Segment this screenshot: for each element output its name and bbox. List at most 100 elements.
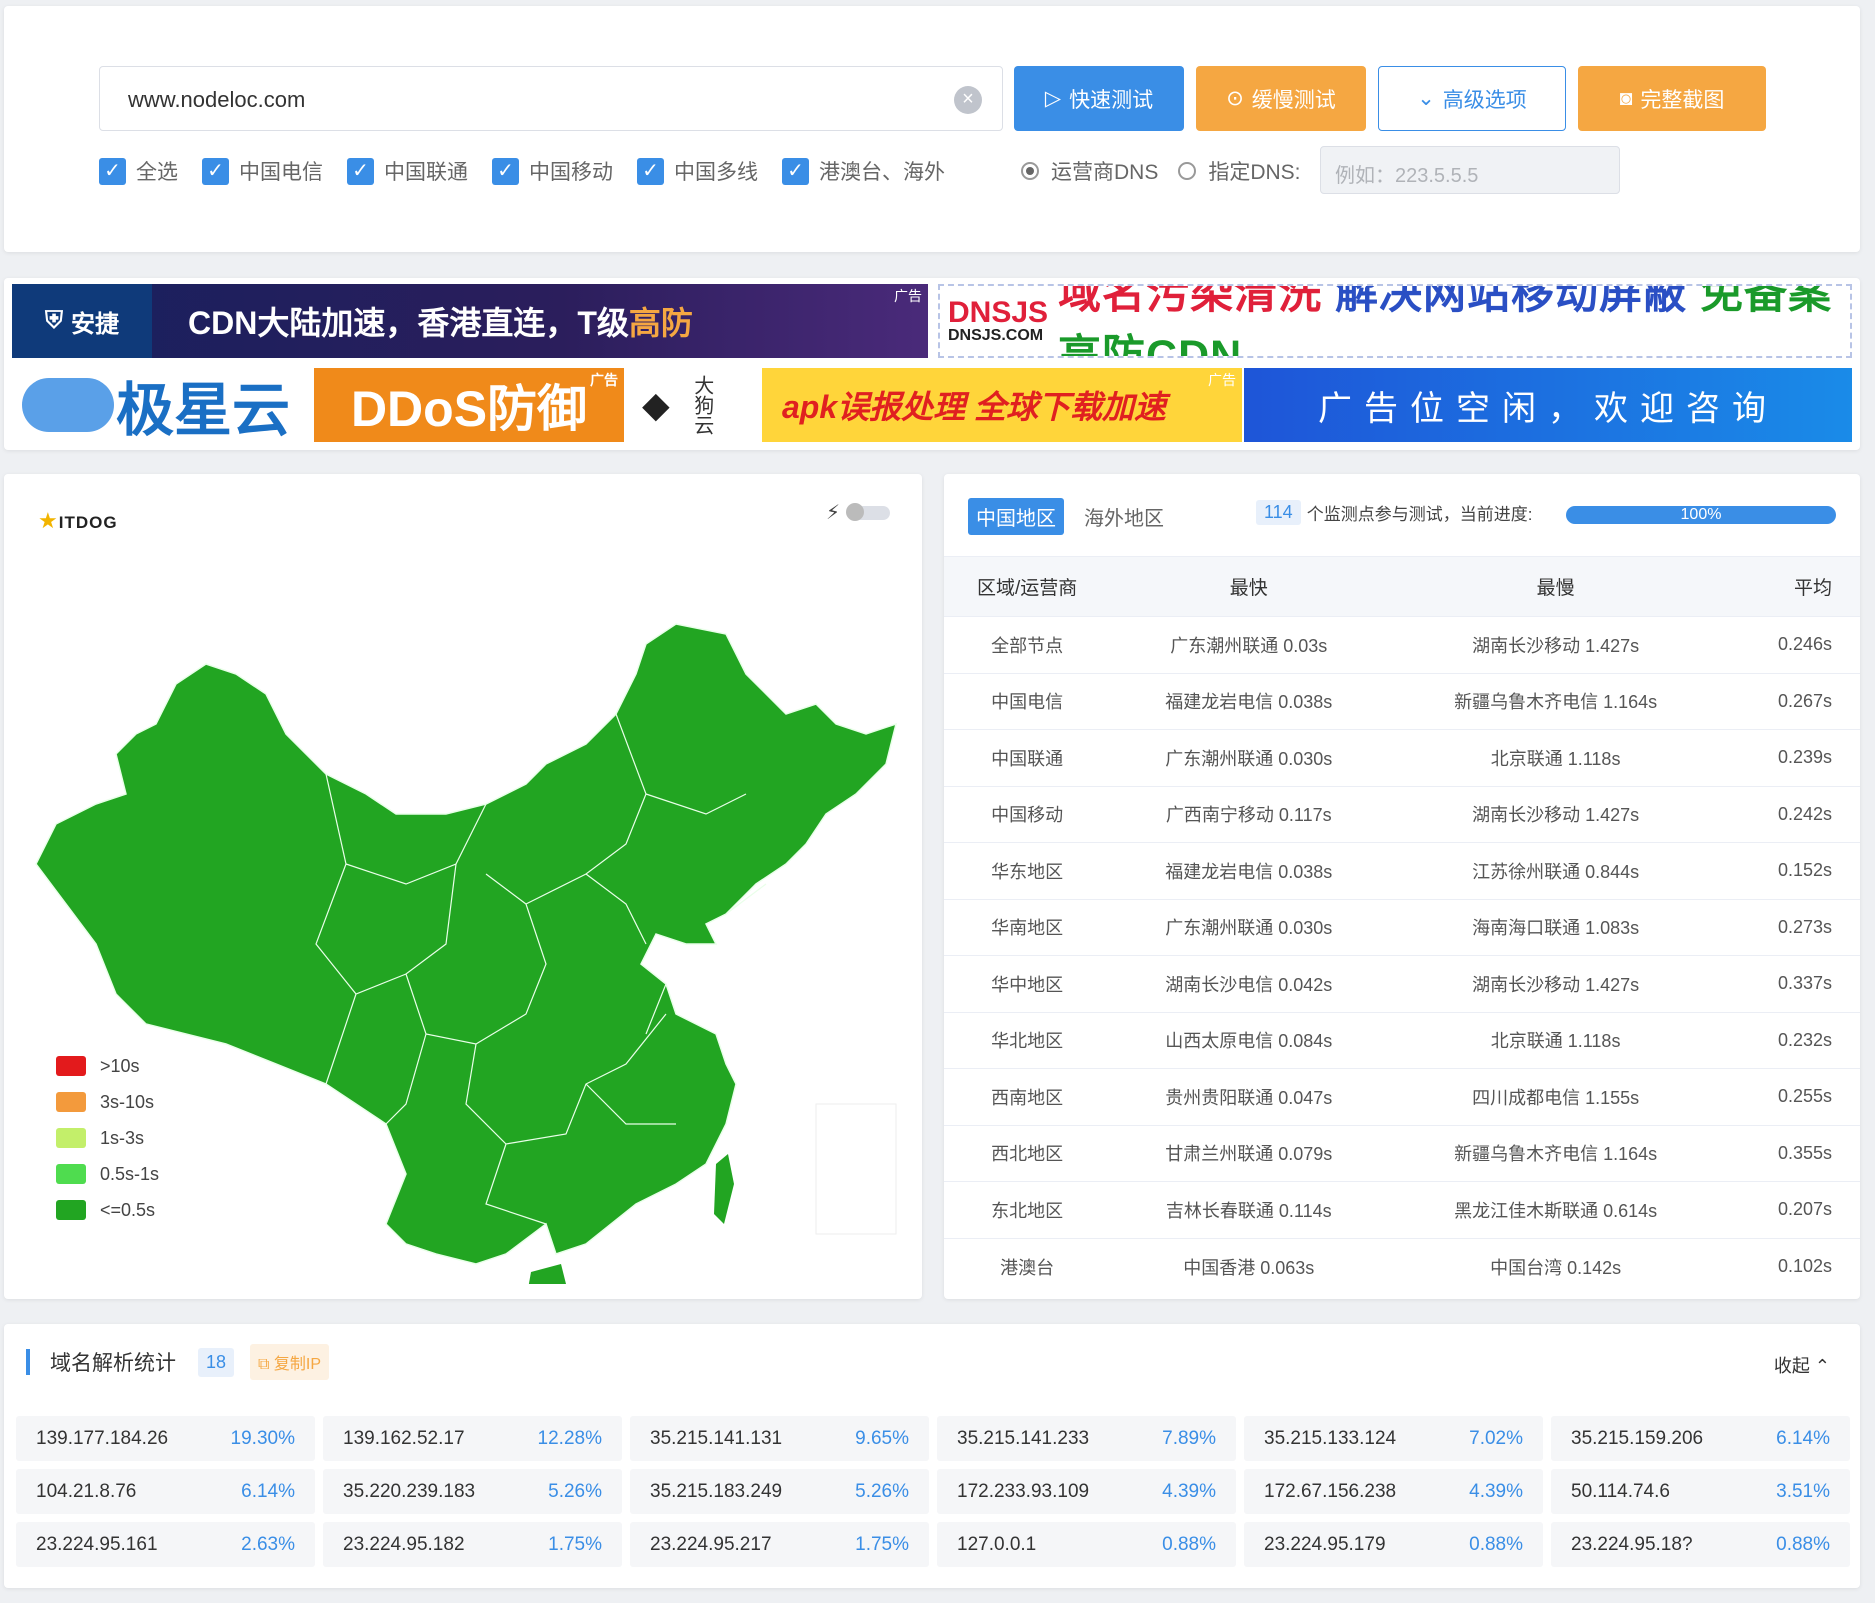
table-row: 中国移动 广西南宁移动 0.117s 湖南长沙移动 1.427s 0.242s — [944, 785, 1860, 843]
col-average: 平均 — [1723, 556, 1860, 617]
ip-address: 23.224.95.18? — [1571, 1533, 1693, 1555]
ip-cell[interactable]: 23.224.95.179 0.88% — [1244, 1522, 1543, 1567]
legend-swatch — [56, 1056, 86, 1076]
ad-dagouyun[interactable]: ◆ 大狗云 — [632, 368, 752, 442]
ip-cell[interactable]: 23.224.95.161 2.63% — [16, 1522, 315, 1567]
ad-anjie[interactable]: ⛨ 安捷 CDN大陆加速，香港直连，T级高防 广告 — [12, 284, 928, 358]
ip-cell[interactable]: 139.162.52.17 12.28% — [323, 1416, 622, 1461]
jixingyun-logo: 极星云 — [116, 378, 291, 442]
cell-region: 华北地区 — [944, 1011, 1111, 1069]
full-screenshot-button[interactable]: ◙ 完整截图 — [1578, 66, 1766, 131]
cell-fastest: 广东潮州联通 0.030s — [1110, 729, 1388, 786]
dnsjs-logo: DNSJS DNSJS.COM — [948, 296, 1049, 344]
ip-percent: 1.75% — [548, 1533, 602, 1555]
ip-grid: 139.177.184.26 19.30% 139.162.52.17 12.28% 3… — [16, 1416, 1850, 1567]
options-row: ✓ 全选 ✓ 中国电信 ✓ 中国联通 ✓ 中国移动 ✓ 中国多线 ✓ 港澳台、海外 运营商D… — [99, 156, 1321, 186]
custom-dns-input[interactable]: 例如：223.5.5.5 — [1320, 146, 1620, 194]
ip-cell[interactable]: 23.224.95.18? 0.88% — [1551, 1522, 1850, 1567]
ad-text: CDN大陆加速，香港直连，T级高防 — [188, 305, 693, 341]
ip-cell[interactable]: 139.177.184.26 19.30% — [16, 1416, 315, 1461]
cell-slowest: 北京联通 1.118s — [1387, 1011, 1724, 1069]
ip-percent: 9.65% — [855, 1427, 909, 1449]
checkbox-unicom[interactable]: ✓ 中国联通 — [347, 156, 468, 186]
ip-percent: 6.14% — [1776, 1427, 1830, 1449]
checkbox-mobile[interactable]: ✓ 中国移动 — [492, 156, 613, 186]
anjie-logo: ⛨ 安捷 — [12, 284, 152, 358]
check-icon: ✓ — [492, 157, 519, 185]
ip-cell[interactable]: 23.224.95.182 1.75% — [323, 1522, 622, 1567]
tab-overseas[interactable]: 海外地区 — [1076, 498, 1172, 535]
cell-region: 东北地区 — [944, 1181, 1111, 1238]
radio-isp-dns[interactable]: 运营商DNS — [1021, 156, 1158, 186]
hainan-shape[interactable] — [528, 1264, 566, 1284]
advanced-options-button[interactable]: ⌄ 高级选项 — [1378, 66, 1566, 131]
table-row: 华北地区 山西太原电信 0.084s 北京联通 1.118s 0.232s — [944, 1011, 1860, 1069]
checkbox-multiline[interactable]: ✓ 中国多线 — [637, 156, 758, 186]
dns-header: 域名解析统计 18 ⧉ 复制IP — [26, 1344, 330, 1380]
taiwan-shape[interactable] — [714, 1154, 734, 1224]
ad-apk[interactable]: apk误报处理 全球下载加速 广告 — [762, 368, 1242, 442]
china-mainland-shape[interactable] — [35, 623, 898, 1265]
url-input[interactable]: www.nodeloc.com × — [99, 66, 1003, 131]
cell-slowest: 江苏徐州联通 0.844s — [1387, 842, 1724, 899]
cell-slowest: 湖南长沙移动 1.427s — [1387, 785, 1724, 843]
ip-cell[interactable]: 35.215.183.249 5.26% — [630, 1469, 929, 1514]
ip-cell[interactable]: 35.220.239.183 5.26% — [323, 1469, 622, 1514]
legend-swatch — [56, 1128, 86, 1148]
cell-fastest: 广东潮州联通 0.030s — [1110, 898, 1388, 956]
ip-percent: 6.14% — [241, 1480, 295, 1502]
ad-jixingyun[interactable]: 极星云 DDoS防御 广告 — [12, 368, 624, 442]
collapse-button[interactable]: 收起 ⌃ — [1774, 1352, 1830, 1378]
url-value[interactable]: www.nodeloc.com — [128, 87, 305, 113]
clear-icon[interactable]: × — [954, 86, 982, 114]
itdog-logo: ★ITDOG — [38, 508, 118, 533]
cell-region: 中国移动 — [944, 785, 1111, 843]
cell-region: 港澳台 — [944, 1237, 1111, 1295]
cell-average: 0.152s — [1723, 842, 1860, 899]
ad-vacant[interactable]: 广告位空闲，欢迎咨询 — [1244, 368, 1852, 442]
copy-ip-button[interactable]: ⧉ 复制IP — [250, 1344, 330, 1380]
ip-cell[interactable]: 35.215.133.124 7.02% — [1244, 1416, 1543, 1461]
ad-dnsjs[interactable]: DNSJS DNSJS.COM 域名污染清洗 解决网站移动屏蔽 免备案高防CDN — [938, 284, 1852, 358]
ip-cell[interactable]: 127.0.0.1 0.88% — [937, 1522, 1236, 1567]
cell-slowest: 海南海口联通 1.083s — [1387, 898, 1724, 956]
ip-cell[interactable]: 35.215.141.131 9.65% — [630, 1416, 929, 1461]
ip-cell[interactable]: 104.21.8.76 6.14% — [16, 1469, 315, 1514]
radio-dot-icon — [1021, 162, 1039, 180]
legend-item: <=0.5s — [56, 1192, 159, 1228]
table-row: 中国电信 福建龙岩电信 0.038s 新疆乌鲁木齐电信 1.164s 0.267s — [944, 672, 1860, 730]
ip-cell[interactable]: 172.67.156.238 4.39% — [1244, 1469, 1543, 1514]
checkbox-all[interactable]: ✓ 全选 — [99, 156, 178, 186]
ip-cell[interactable]: 35.215.159.206 6.14% — [1551, 1416, 1850, 1461]
check-icon: ✓ — [202, 157, 229, 185]
monitor-text: 个监测点参与测试，当前进度: — [1306, 505, 1533, 524]
checkbox-overseas[interactable]: ✓ 港澳台、海外 — [782, 156, 945, 186]
slow-test-button[interactable]: ⊙ 缓慢测试 — [1196, 66, 1366, 131]
legend-item: 1s-3s — [56, 1120, 159, 1156]
col-fastest: 最快 — [1110, 556, 1388, 617]
ip-address: 35.215.159.206 — [1571, 1427, 1704, 1449]
radio-custom-dns[interactable]: 指定DNS: — [1178, 156, 1301, 186]
chevron-down-icon: ⌄ — [1417, 87, 1435, 110]
quick-test-button[interactable]: ▷ 快速测试 — [1014, 66, 1184, 131]
cell-slowest: 新疆乌鲁木齐电信 1.164s — [1387, 672, 1724, 730]
ip-address: 104.21.8.76 — [36, 1480, 137, 1502]
ad-tag: 广告 — [1208, 372, 1236, 388]
ip-address: 50.114.74.6 — [1571, 1480, 1670, 1502]
table-header: 区域/运营商 最快 最慢 平均 — [944, 556, 1860, 617]
ip-cell[interactable]: 35.215.141.233 7.89% — [937, 1416, 1236, 1461]
progress-info: 114 个监测点参与测试，当前进度: — [1256, 500, 1532, 525]
checkbox-telecom[interactable]: ✓ 中国电信 — [202, 156, 323, 186]
ip-cell[interactable]: 23.224.95.217 1.75% — [630, 1522, 929, 1567]
ip-cell[interactable]: 172.233.93.109 4.39% — [937, 1469, 1236, 1514]
tab-china[interactable]: 中国地区 — [968, 498, 1064, 535]
cell-slowest: 湖南长沙移动 1.427s — [1387, 955, 1724, 1012]
auto-refresh-toggle[interactable] — [846, 503, 890, 521]
wolf-icon: ◆ — [642, 384, 670, 425]
ip-address: 35.215.141.233 — [957, 1427, 1090, 1449]
ip-cell[interactable]: 50.114.74.6 3.51% — [1551, 1469, 1850, 1514]
cell-region: 全部节点 — [944, 616, 1111, 673]
map-panel: ★ITDOG ⚡ >10s 3s-10s 1s-3s 0.5s-1s <=0.5… — [4, 474, 922, 1299]
cell-average: 0.255s — [1723, 1068, 1860, 1125]
cell-average: 0.239s — [1723, 729, 1860, 786]
